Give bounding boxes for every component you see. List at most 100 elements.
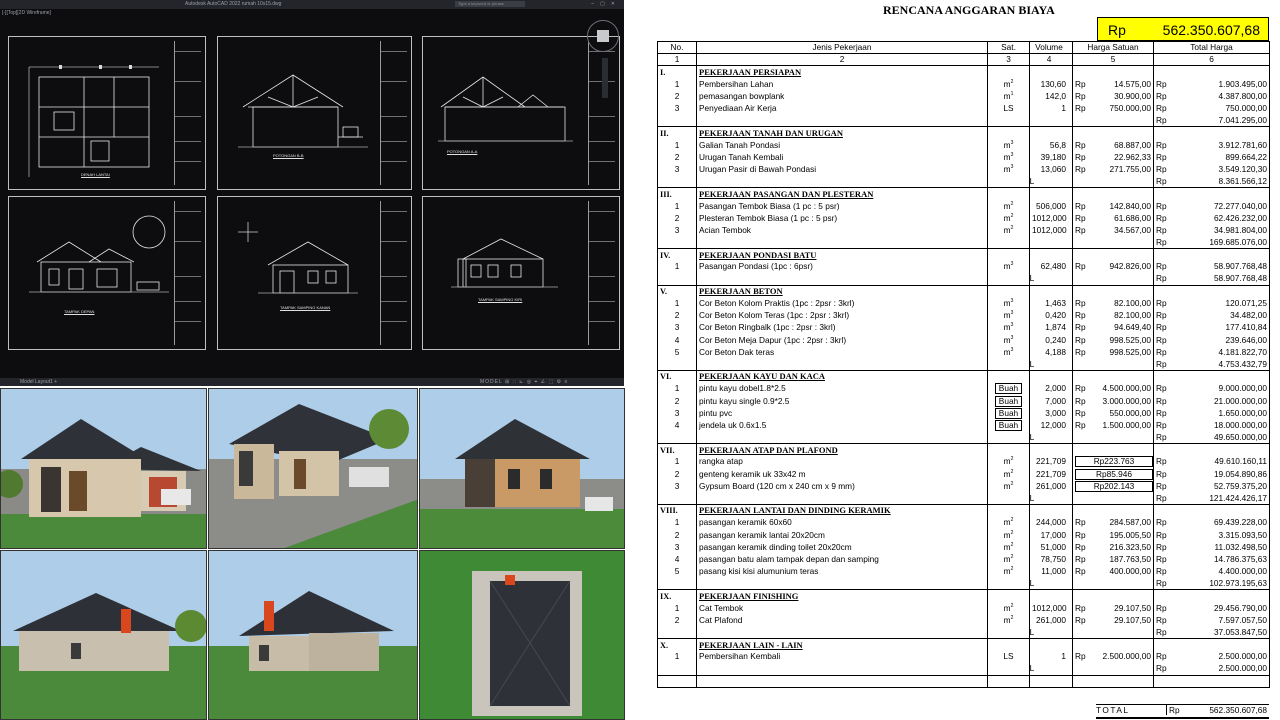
section-name: PEKERJAAN TANAH DAN URUGAN [696, 126, 988, 139]
layout-tabs[interactable]: Model Layout1 + [20, 378, 57, 386]
item-unit: m2 [987, 480, 1030, 493]
currency-label: Rp [1075, 395, 1086, 406]
item-unit: m3 [987, 139, 1030, 152]
item-name: pasangan batu alam tampak depan dan samp… [696, 553, 988, 566]
empty-cell [987, 675, 1030, 688]
item-unit: m2 [987, 565, 1030, 578]
table-row: 1 Pembersihan Kembali LS 1 Rp 2.500.000,00 Rp 2… [657, 650, 1270, 664]
currency-label: Rp [1156, 541, 1167, 552]
item-volume: 4,188 [1029, 346, 1073, 359]
currency-label: Rp [1156, 651, 1167, 662]
currency-label: Rp [1156, 553, 1167, 564]
item-unit-price: Rp 30.900,00 [1072, 90, 1154, 103]
unit-exponent: 2 [1010, 456, 1014, 463]
unit-text: m [1003, 78, 1011, 89]
sheet-denah-lantai[interactable]: DENAH LANTAI [8, 36, 206, 190]
item-name: Cor Beton Ringbalk (1pc : 2psr : 3krl) [696, 321, 988, 334]
total-label: TOTAL [1029, 492, 1036, 503]
empty-cell [696, 675, 988, 688]
render-front-view [0, 388, 207, 549]
item-name: jendela uk 0.6x1.5 [696, 419, 988, 432]
item-total-price: Rp 4.387.800,00 [1153, 90, 1270, 103]
currency-label: Rp [1075, 261, 1086, 272]
grand-total-label: TOTAL [1096, 705, 1130, 715]
empty-cell [1072, 638, 1154, 651]
window-controls[interactable]: –▢✕ [591, 0, 621, 9]
sheet-potongan-aa[interactable]: POTONGAN A-A [422, 36, 620, 190]
section-total: Rp 8.361.566,12 [1153, 175, 1270, 189]
item-unit: m1 [987, 90, 1030, 103]
item-unit: m2 [987, 614, 1030, 627]
section-number: IX. [657, 589, 697, 603]
table-row: 3 Cor Beton Ringbalk (1pc : 2psr : 3krl) m… [657, 321, 1270, 334]
sheet-tampak-samping-kiri[interactable]: TAMPAK SAMPING KIRI [422, 196, 620, 350]
empty-cell [1029, 126, 1073, 139]
sheet-tampak-samping-kanan[interactable]: TAMPAK SAMPING KANAN [217, 196, 412, 350]
item-unit: Buah [987, 394, 1030, 408]
status-toggle-icons[interactable]: MODEL ⊞ ∷ ⊾ ◎ ⌖ ∠ ⬚ ⚙ ≡ [480, 378, 568, 386]
item-number: 1 [657, 455, 697, 469]
item-unit-price: Rp 29.107,50 [1072, 614, 1154, 627]
unit-text: m [1003, 602, 1011, 613]
item-unit-price-value: 14.575,00 [1114, 78, 1151, 89]
item-volume: 62,480 [1029, 260, 1073, 274]
render-perspective-view [208, 388, 418, 549]
navigation-bar[interactable] [602, 58, 608, 98]
unit-exponent: 2 [1010, 542, 1014, 549]
section-name: PEKERJAAN PERSIAPAN [696, 65, 988, 79]
unit-text: m [1003, 310, 1011, 321]
empty-cell [1072, 492, 1154, 506]
header-no: No. [657, 40, 697, 54]
empty-cell [1072, 114, 1154, 128]
table-row: 4 jendela uk 0.6x1.5 Buah 12,000 Rp 1.500.00… [657, 419, 1270, 432]
empty-cell [987, 492, 1030, 506]
item-unit-price-value: 142.840,00 [1109, 200, 1151, 211]
empty-cell [987, 504, 1030, 517]
currency-label: Rp [1156, 200, 1167, 211]
empty-cell [657, 175, 697, 189]
item-unit-price-value: 550.000,00 [1109, 407, 1151, 418]
col-number: 5 [1072, 53, 1154, 67]
empty-cell [1072, 236, 1154, 250]
currency-label: Rp [1156, 261, 1167, 272]
viewport-label[interactable]: [-][Top][2D Wireframe] [2, 10, 51, 16]
section-number: VI. [657, 370, 697, 383]
item-unit: m2 [987, 468, 1030, 481]
empty-cell [987, 284, 1030, 298]
empty-cell [1029, 504, 1073, 517]
item-total-price: Rp 9.000.000,00 [1153, 382, 1270, 395]
item-unit-price: Rp202.143 [1072, 480, 1154, 493]
sheet-potongan-bb[interactable]: POTONGAN B-B [217, 36, 412, 190]
currency-label: Rp [1075, 78, 1086, 89]
empty-cell [1029, 638, 1073, 651]
item-volume: 1012,000 [1029, 212, 1073, 225]
item-total-price: Rp 62.426.232,00 [1153, 212, 1270, 225]
item-total-price: Rp 14.786.375,63 [1153, 553, 1270, 566]
item-unit-price: Rp 942.826,00 [1072, 260, 1154, 274]
total-label: TOTAL [1029, 175, 1036, 186]
cad-search-input[interactable]: Type a keyword or phrase [455, 1, 525, 7]
unit-exponent: 3 [1010, 298, 1014, 305]
total-label-cell: TOTAL [1029, 175, 1073, 189]
header-sat: Sat. [987, 40, 1030, 54]
item-unit-price: Rp 216.323,50 [1072, 541, 1154, 554]
sheet-tampak-depan[interactable]: TAMPAK DEPAN [8, 196, 206, 350]
item-number: 2 [657, 468, 697, 481]
item-name: Cor Beton Kolom Teras (1pc : 2psr : 3krl… [696, 309, 988, 322]
item-total-price-value: 49.610.160,11 [1214, 456, 1267, 467]
viewcube-icon[interactable] [587, 20, 619, 52]
empty-cell [657, 492, 697, 506]
autocad-window[interactable]: Autodesk AutoCAD 2022 rumah 10x15.dwg Ty… [0, 0, 624, 386]
currency-label: Rp [1156, 322, 1167, 333]
item-unit-price: Rp85.946 [1072, 468, 1154, 481]
empty-cell [1072, 358, 1154, 372]
item-unit-price-value: 195.005,50 [1109, 529, 1151, 540]
currency-label: Rp [1075, 419, 1086, 430]
item-name: Acian Tembok [696, 224, 988, 237]
sheet-label: TAMPAK DEPAN [64, 309, 95, 314]
section-total-row: Rp 169.685.076,00 [657, 236, 1270, 250]
empty-cell [987, 248, 1030, 261]
section-total: Rp 121.424.426,17 [1153, 492, 1270, 506]
item-name: Pasangan Tembok Biasa (1 pc : 5 psr) [696, 199, 988, 213]
item-total-price-value: 72.277.040,00 [1213, 200, 1267, 211]
